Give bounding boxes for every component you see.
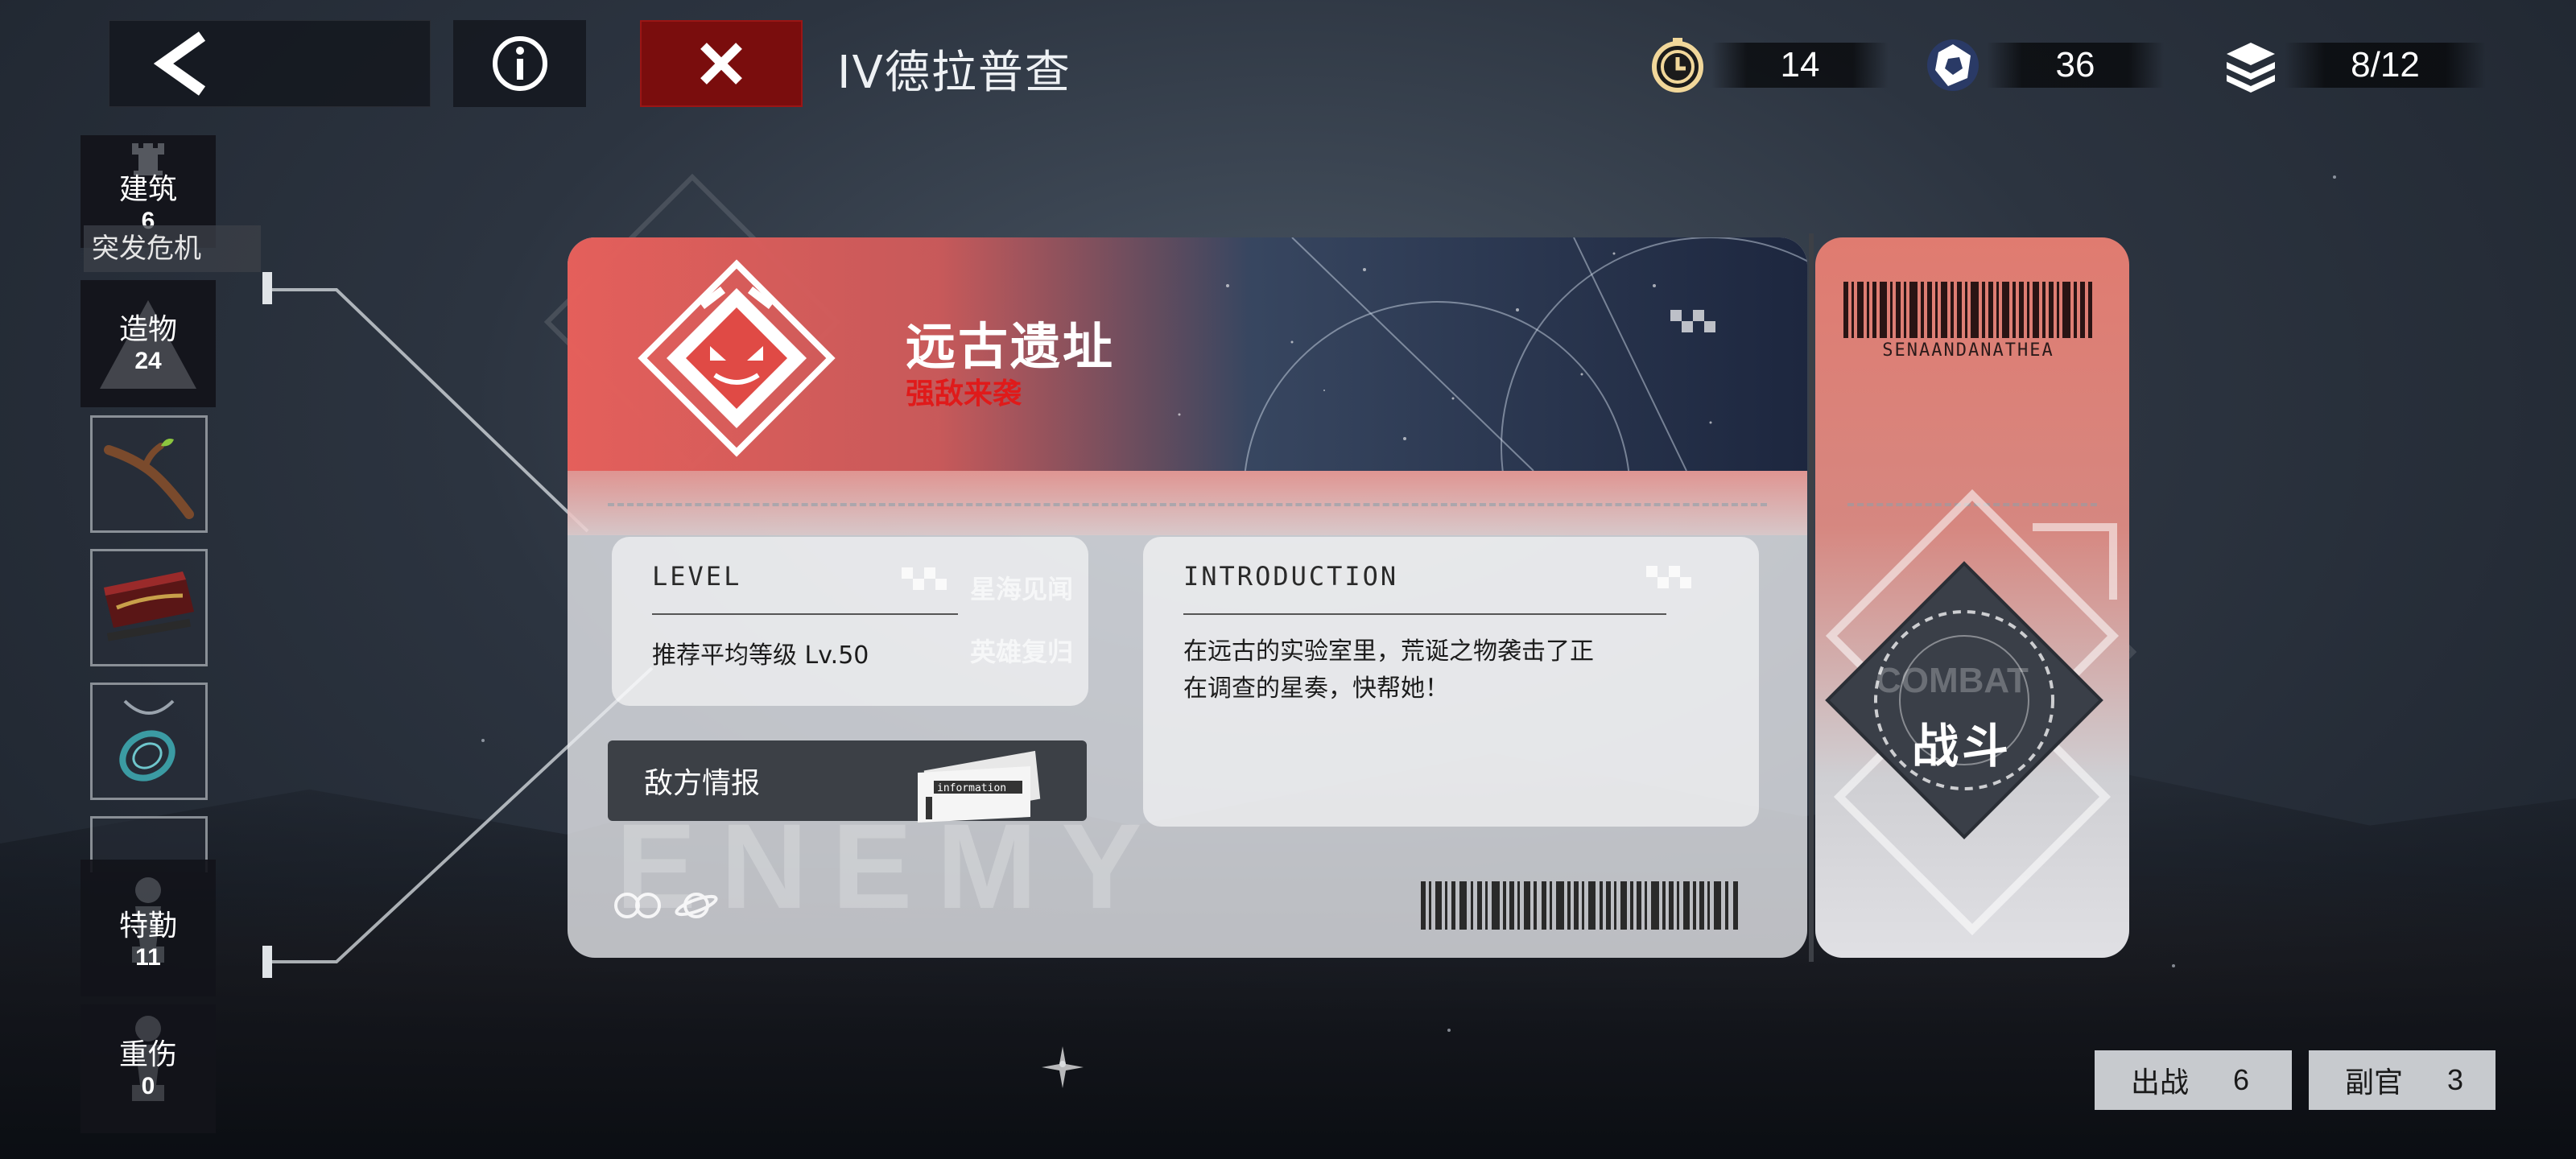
location-title: 远古遗址 bbox=[906, 317, 1116, 376]
item-slot-branch[interactable] bbox=[90, 415, 208, 533]
adjutant-button[interactable]: 副官 3 bbox=[2309, 1050, 2496, 1110]
level-heading: LEVEL bbox=[652, 561, 742, 592]
enemy-info-label: 敌方情报 bbox=[644, 767, 761, 800]
stack-icon bbox=[2227, 43, 2275, 93]
close-button[interactable] bbox=[640, 20, 803, 107]
level-rule bbox=[652, 613, 958, 615]
deploy-count: 6 bbox=[2233, 1063, 2250, 1096]
intro-text-line1: 在远古的实验室里，荒诞之物袭击了正 bbox=[1183, 637, 1594, 666]
information-text: information bbox=[937, 782, 1006, 794]
intro-text-line2: 在调查的星奏，快帮她！ bbox=[1183, 674, 1449, 703]
infinity-planet-icon bbox=[614, 893, 718, 918]
rook-icon bbox=[132, 143, 164, 175]
special-count: 11 bbox=[135, 944, 161, 971]
level-panel: LEVEL 推荐平均等级 Lv.50 星海见闻 英雄复归 bbox=[612, 537, 1088, 706]
artifact-category[interactable]: 造物 24 bbox=[80, 280, 216, 407]
deploy-button[interactable]: 出战 6 bbox=[2095, 1050, 2292, 1110]
location-subtitle: 强敌来袭 bbox=[906, 377, 1022, 410]
stack-resource: 8/12 bbox=[2222, 36, 2486, 94]
injured-label: 重伤 bbox=[118, 1038, 177, 1071]
checker-icon bbox=[902, 567, 947, 590]
info-icon bbox=[492, 36, 547, 91]
combat-watermark: COMBAT bbox=[1876, 661, 2029, 700]
enemy-info-button[interactable]: 敌方情报 information bbox=[608, 740, 1087, 823]
checker-icon bbox=[1646, 566, 1691, 588]
info-button[interactable] bbox=[453, 20, 586, 107]
stage-card: 远古遗址 强敌来袭 LEVEL 推荐平均等级 Lv.50 星海见闻 英雄复归 I… bbox=[568, 237, 1807, 958]
intro-heading: INTRODUCTION bbox=[1183, 561, 1399, 592]
information-folder-icon: information bbox=[918, 750, 1041, 823]
jewel-case-icon bbox=[104, 571, 194, 641]
stage-title: IV德拉普查 bbox=[837, 47, 1071, 99]
fight-button[interactable]: COMBAT bbox=[1811, 547, 2117, 853]
stub-barcode bbox=[1843, 282, 2092, 338]
crystal-icon bbox=[1927, 39, 1979, 91]
ghost-text-1: 星海见闻 bbox=[970, 574, 1074, 604]
special-category[interactable]: 特勤 11 bbox=[80, 860, 216, 996]
stopwatch-value: 14 bbox=[1711, 43, 1889, 88]
item-slot-pendant[interactable] bbox=[90, 683, 208, 800]
artifact-label: 造物 bbox=[118, 313, 177, 346]
pendant-icon bbox=[119, 699, 175, 782]
close-icon bbox=[700, 43, 742, 85]
introduction-panel: INTRODUCTION 在远古的实验室里，荒诞之物袭击了正 在调查的星奏，快帮… bbox=[1143, 537, 1759, 827]
deploy-label: 出战 bbox=[2131, 1066, 2190, 1099]
artifact-count: 24 bbox=[134, 348, 162, 374]
ghost-text-2: 英雄复归 bbox=[970, 637, 1074, 667]
crisis-tag: 突发危机 bbox=[84, 225, 261, 272]
stub-code-text: SENAANDANATHEA bbox=[1882, 340, 2054, 361]
card-divider bbox=[608, 503, 1767, 506]
back-arrow-icon bbox=[154, 31, 206, 96]
stopwatch-icon bbox=[1652, 38, 1703, 93]
injured-category[interactable]: 重伤 0 bbox=[80, 1004, 216, 1133]
adjutant-count: 3 bbox=[2447, 1063, 2464, 1096]
branch-icon bbox=[104, 439, 194, 519]
item-slot-case[interactable] bbox=[90, 549, 208, 666]
back-button[interactable] bbox=[109, 20, 431, 107]
crystal-value: 36 bbox=[1987, 43, 2164, 88]
boss-emblem-icon bbox=[638, 259, 836, 457]
barcode-graphic bbox=[1421, 881, 1738, 930]
adjutant-label: 副官 bbox=[2345, 1066, 2404, 1099]
special-label: 特勤 bbox=[118, 909, 177, 942]
building-label: 建筑 bbox=[118, 173, 177, 206]
stack-value: 8/12 bbox=[2285, 43, 2486, 88]
injured-count: 0 bbox=[141, 1073, 155, 1099]
intro-rule bbox=[1183, 613, 1666, 615]
level-text: 推荐平均等级 Lv.50 bbox=[652, 641, 869, 670]
crystal-resource: 36 bbox=[1924, 36, 2164, 94]
fight-label: 战斗 bbox=[1911, 719, 2012, 773]
stopwatch-resource: 14 bbox=[1649, 36, 1889, 94]
